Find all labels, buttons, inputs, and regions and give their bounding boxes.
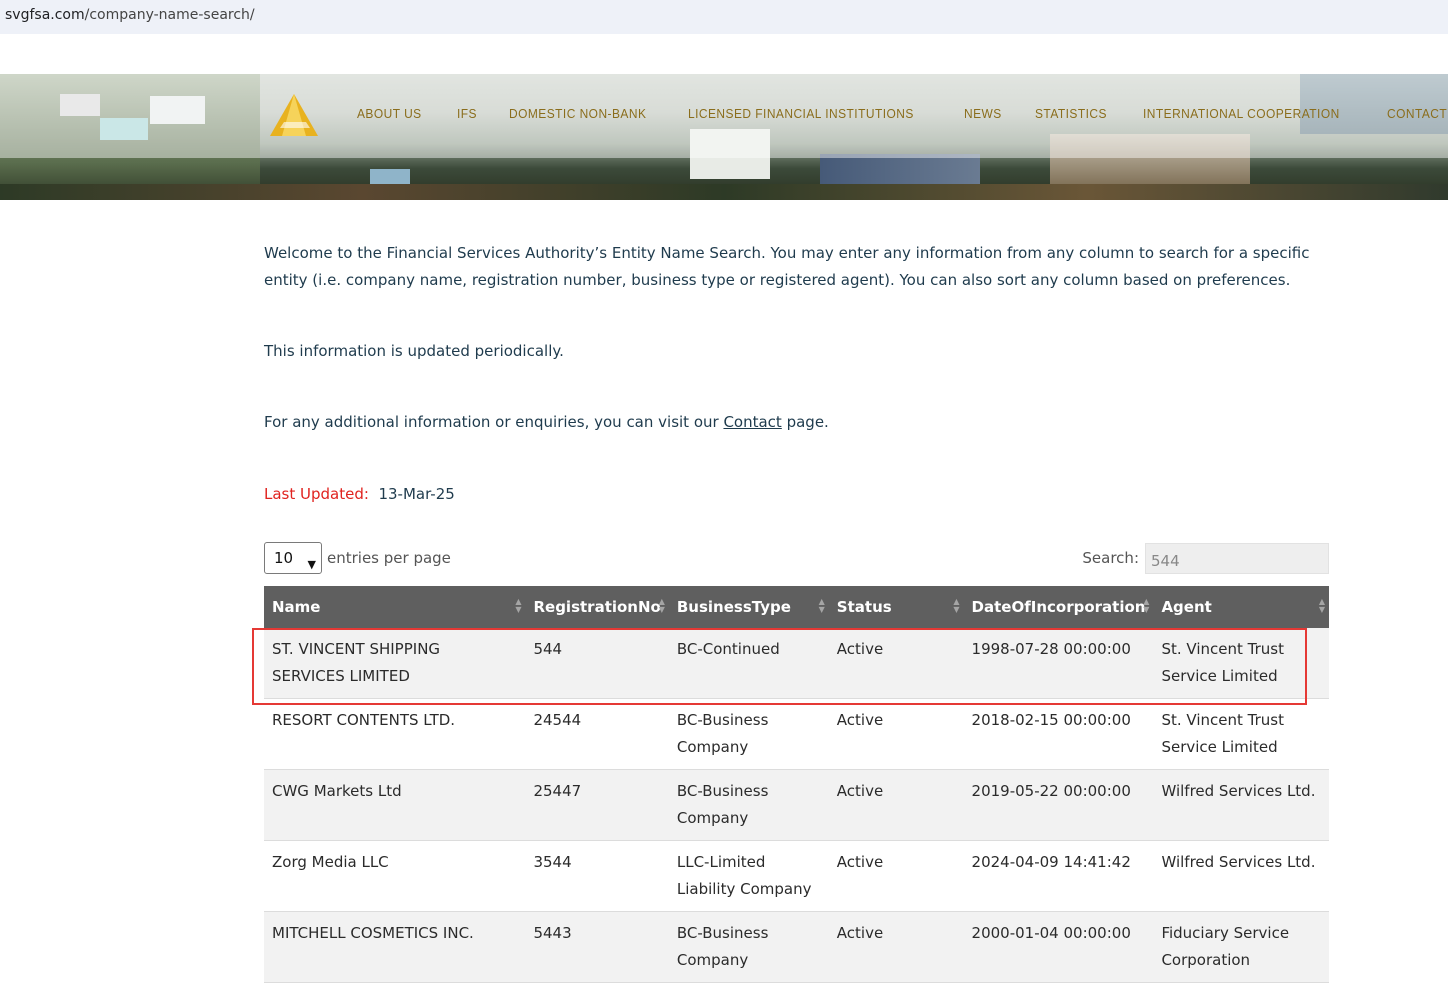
cell-business-type: BC-Continued (676, 640, 780, 658)
cell-date-of-incorporation: 1998-07-28 00:00:00 (971, 640, 1131, 658)
enquiry-before: For any additional information or enquir… (264, 413, 724, 431)
column-header-registrationno[interactable]: RegistrationNo ▲ ▼ (525, 586, 669, 628)
nav-news[interactable]: NEWS (964, 106, 1002, 121)
cell-name: RESORT CONTENTS LTD. (272, 711, 456, 729)
cell-date-of-incorporation: 2024-04-09 14:41:42 (971, 853, 1131, 871)
cell-status: Active (836, 640, 884, 658)
column-header-status[interactable]: Status ▲ ▼ (828, 586, 964, 628)
sort-icon: ▲ ▼ (515, 597, 522, 614)
search-control: Search: 544 (1082, 543, 1329, 574)
nav-ifs[interactable]: IFS (457, 106, 477, 121)
table-row[interactable]: MITCHELL COSMETICS INC. 5443 BC-Business… (264, 911, 1329, 983)
nav-statistics[interactable]: STATISTICS (1035, 106, 1107, 121)
last-updated-value: 13-Mar-25 (378, 485, 455, 503)
table-row[interactable]: ST. VINCENT SHIPPING SERVICES LIMITED 54… (264, 628, 1329, 699)
cell-name: ST. VINCENT SHIPPING SERVICES LIMITED (272, 640, 441, 685)
column-header-label: Status (836, 597, 892, 616)
nav-contact-us[interactable]: CONTACT US (1387, 106, 1448, 121)
fsa-logo[interactable] (266, 92, 322, 138)
entries-value: 10 (274, 548, 294, 567)
cell-business-type: LLC-Limited Liability Company (676, 853, 812, 898)
column-header-name[interactable]: Name ▲ ▼ (264, 586, 526, 628)
column-header-label: BusinessType (676, 597, 791, 616)
cell-registration-no: 24544 (533, 711, 582, 729)
cell-agent: Fiduciary Service Corporation (1161, 924, 1290, 969)
last-updated-label: Last Updated: (264, 485, 369, 503)
cell-registration-no: 3544 (533, 853, 572, 871)
nav-about-us[interactable]: ABOUT US (357, 106, 422, 121)
sort-icon: ▲ ▼ (1318, 597, 1325, 614)
sort-icon: ▲ ▼ (953, 597, 960, 614)
cell-name: Zorg Media LLC (272, 853, 389, 871)
cell-date-of-incorporation: 2019-05-22 00:00:00 (971, 782, 1131, 800)
cell-business-type: BC-Business Company (676, 924, 769, 969)
address-bar[interactable]: svgfsa.com/company-name-search/ (0, 0, 1448, 34)
table-row[interactable]: Zorg Media LLC 3544 LLC-Limited Liabilit… (264, 840, 1329, 912)
url-path: /company-name-search/ (84, 7, 255, 23)
table-header-row: Name ▲ ▼ RegistrationNo ▲ ▼ BusinessType ▲ ▼ S… (264, 586, 1329, 628)
enquiry-after: page. (781, 413, 829, 431)
sort-icon: ▲ ▼ (658, 597, 665, 614)
cell-date-of-incorporation: 2018-02-15 00:00:00 (971, 711, 1131, 729)
sort-icon: ▲ ▼ (1143, 597, 1150, 614)
table-row[interactable]: RESORT CONTENTS LTD. 24544 BC-Business C… (264, 698, 1329, 770)
url-domain: svgfsa.com (5, 7, 85, 23)
welcome-text: Welcome to the Financial Services Author… (264, 244, 1310, 289)
cell-agent: Wilfred Services Ltd. (1161, 782, 1316, 800)
table-row[interactable]: CWG Markets Ltd 25447 BC-Business Compan… (264, 769, 1329, 841)
cell-date-of-incorporation: 2000-01-04 00:00:00 (971, 924, 1131, 942)
column-header-label: DateOfIncorporation (971, 597, 1146, 616)
column-header-label: Agent (1161, 597, 1212, 616)
cell-status: Active (836, 711, 884, 729)
cell-status: Active (836, 853, 884, 871)
contact-link[interactable]: Contact (723, 413, 781, 431)
nav-licensed-financial-institutions[interactable]: LICENSED FINANCIAL INSTITUTIONS (688, 106, 914, 121)
cell-business-type: BC-Business Company (676, 711, 769, 756)
sort-icon: ▲ ▼ (818, 597, 825, 614)
cell-agent: St. Vincent Trust Service Limited (1161, 711, 1284, 756)
cell-agent: St. Vincent Trust Service Limited (1161, 640, 1284, 685)
nav-domestic-non-bank[interactable]: DOMESTIC NON-BANK (509, 106, 646, 121)
cell-name: CWG Markets Ltd (272, 782, 402, 800)
column-header-dateofincorporation[interactable]: DateOfIncorporation ▲ ▼ (963, 586, 1154, 628)
last-updated: Last Updated: 13-Mar-25 (264, 481, 455, 508)
entries-label: entries per page (327, 548, 451, 567)
chevron-down-icon: ▼ (307, 558, 316, 571)
cell-name: MITCHELL COSMETICS INC. (272, 924, 474, 942)
site-header: ABOUT US IFS DOMESTIC NON-BANK LICENSED … (0, 74, 1448, 200)
entries-control: 10 ▼ entries per page (264, 542, 451, 574)
updated-note: This information is updated periodically… (264, 342, 564, 360)
cell-business-type: BC-Business Company (676, 782, 769, 827)
entries-per-page-select[interactable]: 10 ▼ (264, 542, 322, 574)
column-header-label: RegistrationNo (533, 597, 661, 616)
cell-registration-no: 25447 (533, 782, 582, 800)
column-header-agent[interactable]: Agent ▲ ▼ (1153, 586, 1329, 628)
main-nav: ABOUT US IFS DOMESTIC NON-BANK LICENSED … (357, 106, 1448, 121)
cell-agent: Wilfred Services Ltd. (1161, 853, 1316, 871)
search-input[interactable]: 544 (1145, 543, 1329, 574)
cell-registration-no: 5443 (533, 924, 572, 942)
column-header-businesstype[interactable]: BusinessType ▲ ▼ (668, 586, 829, 628)
enquiry-text: For any additional information or enquir… (264, 409, 829, 436)
entity-table: Name ▲ ▼ RegistrationNo ▲ ▼ BusinessType ▲ ▼ S… (264, 586, 1329, 983)
cell-status: Active (836, 782, 884, 800)
cell-registration-no: 544 (533, 640, 563, 658)
banner-ground (0, 184, 1448, 200)
nav-international-cooperation[interactable]: INTERNATIONAL COOPERATION (1143, 106, 1340, 121)
column-header-label: Name (272, 597, 321, 616)
cell-status: Active (836, 924, 884, 942)
search-label: Search: (1082, 549, 1139, 567)
